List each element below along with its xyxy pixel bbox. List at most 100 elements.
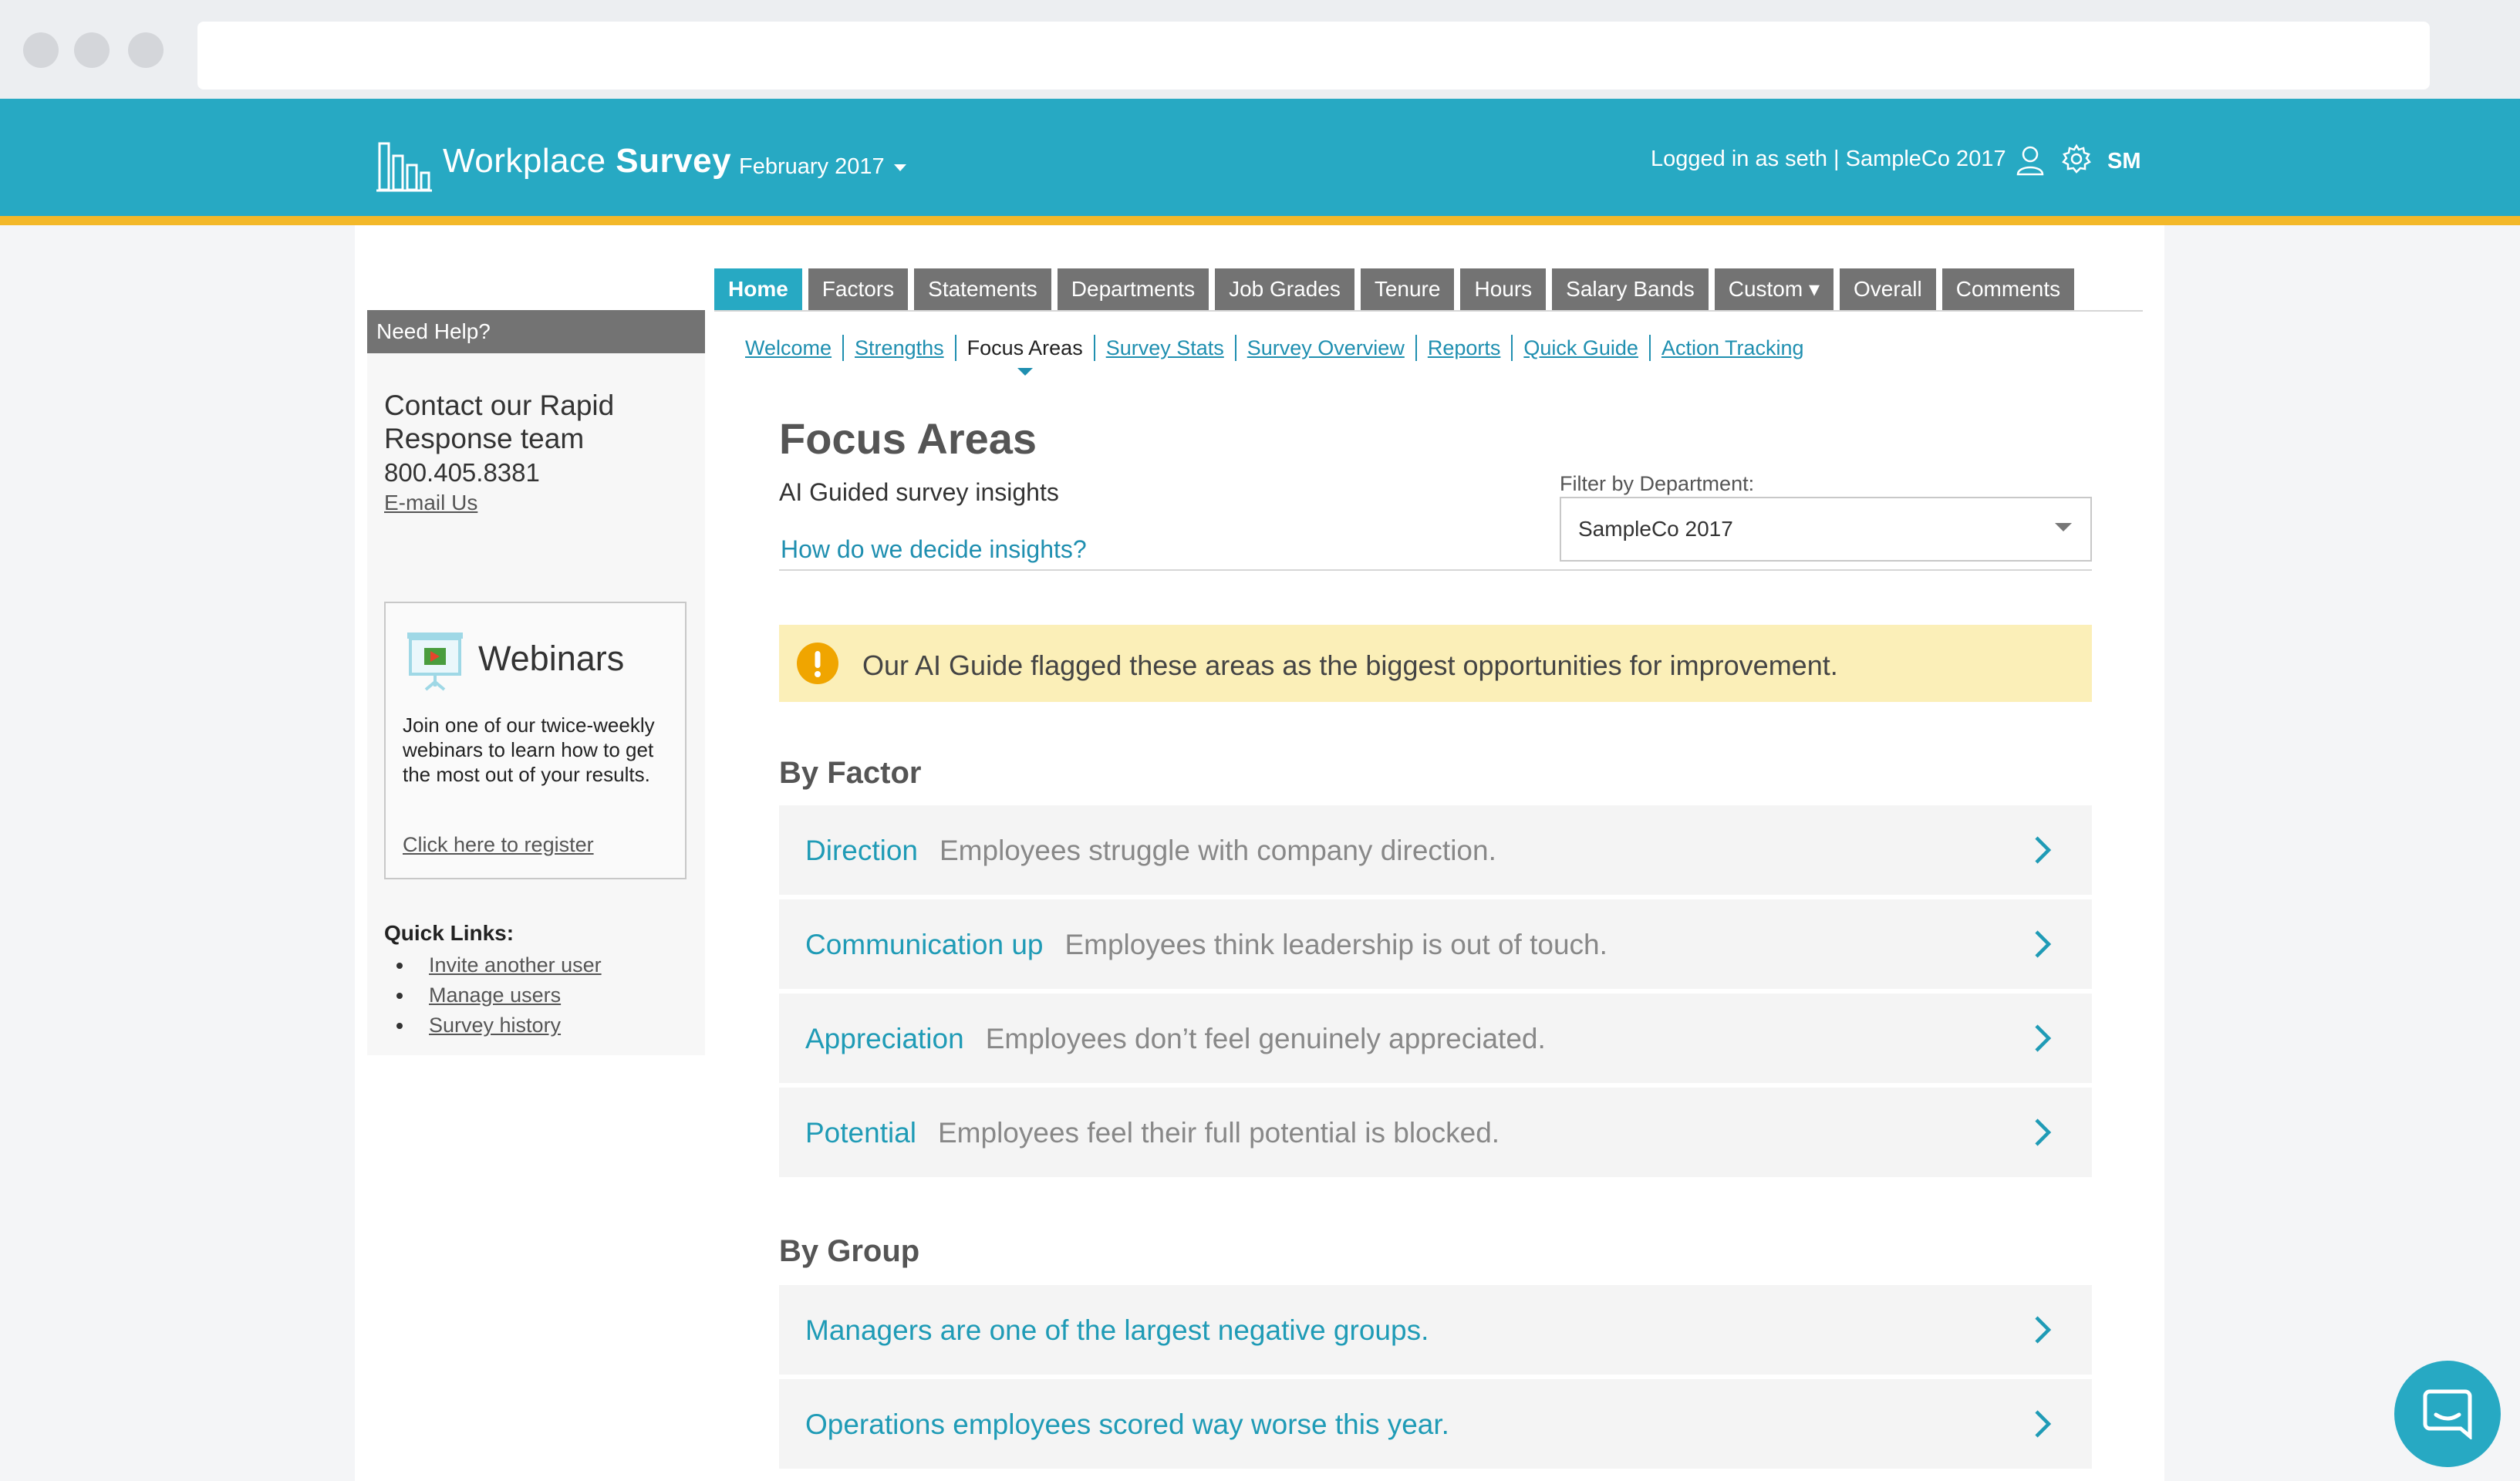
- subnav-survey-stats[interactable]: Survey Stats: [1106, 336, 1224, 360]
- factor-description: Employees feel their full potential is b…: [938, 1117, 1500, 1149]
- by-factor-heading: By Factor: [779, 756, 922, 790]
- chevron-right-icon: [2035, 1316, 2052, 1344]
- subnav-survey-overview[interactable]: Survey Overview: [1247, 336, 1405, 360]
- group-insight-text: Managers are one of the largest negative…: [805, 1314, 1429, 1346]
- chevron-right-icon: [2035, 1024, 2052, 1052]
- subnav-reports[interactable]: Reports: [1428, 336, 1501, 360]
- webinar-register-link[interactable]: Click here to register: [403, 833, 594, 857]
- by-group-heading: By Group: [779, 1234, 920, 1268]
- email-us-link[interactable]: E-mail Us: [384, 491, 477, 515]
- quick-link-survey-history[interactable]: Survey history: [384, 1010, 602, 1041]
- subnav-separator: [954, 335, 956, 361]
- brand-name-bold: Survey: [616, 142, 732, 180]
- subnav-quick-guide[interactable]: Quick Guide: [1523, 336, 1638, 360]
- heading-divider: [779, 569, 2092, 571]
- factor-name: Appreciation: [805, 1023, 964, 1054]
- quick-links-list: Invite another user Manage users Survey …: [384, 950, 602, 1041]
- period-dropdown[interactable]: February 2017: [739, 154, 906, 180]
- chat-bubble-icon: [2423, 1389, 2472, 1439]
- login-status: Logged in as seth | SampleCo 2017: [1651, 147, 2006, 171]
- factor-name: Direction: [805, 835, 918, 866]
- bar-chart-logo-icon[interactable]: [376, 139, 432, 193]
- tab-overall[interactable]: Overall: [1840, 268, 1936, 310]
- window-minimize-dot[interactable]: [74, 32, 110, 68]
- contact-phone: 800.405.8381: [384, 458, 540, 487]
- factor-name: Potential: [805, 1117, 916, 1149]
- quick-link-label: Manage users: [429, 983, 562, 1007]
- quick-links-title: Quick Links:: [384, 921, 514, 945]
- period-label: February 2017: [739, 154, 885, 179]
- tab-tenure[interactable]: Tenure: [1360, 268, 1455, 310]
- tab-salary-bands[interactable]: Salary Bands: [1552, 268, 1709, 310]
- tab-comments[interactable]: Comments: [1941, 268, 2075, 310]
- alert-message: Our AI Guide flagged these areas as the …: [862, 649, 1838, 681]
- quick-link-label: Survey history: [429, 1014, 562, 1037]
- sub-navigation: Welcome Strengths Focus Areas Survey Sta…: [745, 335, 1804, 376]
- chevron-down-icon: [2055, 523, 2072, 531]
- group-insight-text: Operations employees scored way worse th…: [805, 1408, 1449, 1440]
- quick-link-label: Invite another user: [429, 953, 602, 977]
- subnav-focus-areas[interactable]: Focus Areas: [967, 336, 1083, 376]
- chat-launcher-button[interactable]: [2394, 1361, 2501, 1467]
- subnav-welcome[interactable]: Welcome: [745, 336, 832, 360]
- chevron-right-icon: [2035, 1410, 2052, 1438]
- page-title: Focus Areas: [779, 414, 1037, 463]
- subnav-strengths[interactable]: Strengths: [855, 336, 944, 360]
- tab-home[interactable]: Home: [714, 268, 802, 310]
- user-icon[interactable]: [2016, 145, 2044, 176]
- factor-description: Employees don’t feel genuinely appreciat…: [985, 1023, 1546, 1054]
- factor-row-direction[interactable]: Direction Employees struggle with company…: [779, 805, 2092, 895]
- main-tabs: Home Factors Statements Departments Job …: [714, 268, 2075, 310]
- window-close-dot[interactable]: [23, 32, 59, 68]
- brand-name[interactable]: Workplace Survey: [443, 142, 731, 180]
- subnav-separator: [842, 335, 845, 361]
- subnav-separator: [1093, 335, 1095, 361]
- window-maximize-dot[interactable]: [128, 32, 164, 68]
- subnav-separator: [1234, 335, 1236, 361]
- factor-row-text: Potential Employees feel their full poten…: [805, 1117, 1500, 1149]
- page-subtitle: AI Guided survey insights: [779, 478, 1059, 506]
- factor-row-appreciation[interactable]: Appreciation Employees don’t feel genuine…: [779, 994, 2092, 1083]
- chevron-right-icon: [2035, 1118, 2052, 1146]
- need-help-header: Need Help?: [367, 310, 705, 353]
- quick-link-manage-users[interactable]: Manage users: [384, 980, 602, 1010]
- factor-row-text: Appreciation Employees don’t feel genuine…: [805, 1023, 1546, 1055]
- tab-statements[interactable]: Statements: [914, 268, 1051, 310]
- factor-description: Employees struggle with company directio…: [940, 835, 1496, 866]
- tab-divider: [714, 310, 2143, 312]
- webinar-title: Webinars: [478, 639, 625, 678]
- chevron-down-icon: [893, 164, 906, 171]
- factor-description: Employees think leadership is out of tou…: [1064, 929, 1607, 960]
- factor-row-text: Direction Employees struggle with company…: [805, 835, 1496, 867]
- browser-chrome: [0, 0, 2520, 99]
- gear-icon[interactable]: [2061, 143, 2092, 174]
- factor-row-text: Communication up Employees think leadersh…: [805, 929, 1607, 961]
- presentation-screen-icon: [407, 633, 463, 691]
- factor-row-potential[interactable]: Potential Employees feel their full poten…: [779, 1088, 2092, 1177]
- group-row-managers[interactable]: Managers are one of the largest negative…: [779, 1285, 2092, 1375]
- brand-name-light: Workplace: [443, 142, 616, 180]
- group-row-operations[interactable]: Operations employees scored way worse th…: [779, 1379, 2092, 1469]
- quick-link-invite-user[interactable]: Invite another user: [384, 950, 602, 980]
- factor-row-communication-up[interactable]: Communication up Employees think leadersh…: [779, 899, 2092, 989]
- tab-custom[interactable]: Custom ▾: [1714, 268, 1834, 310]
- chevron-right-icon: [2035, 930, 2052, 958]
- tab-hours[interactable]: Hours: [1460, 268, 1547, 310]
- factor-name: Communication up: [805, 929, 1044, 960]
- subnav-separator: [1511, 335, 1513, 361]
- tab-factors[interactable]: Factors: [808, 268, 909, 310]
- tab-departments[interactable]: Departments: [1057, 268, 1209, 310]
- address-bar[interactable]: [197, 22, 2430, 89]
- subnav-separator: [1415, 335, 1417, 361]
- contact-title: Contact our Rapid Response team: [384, 390, 615, 454]
- department-filter-label: Filter by Department:: [1560, 472, 1755, 495]
- department-filter-value: SampleCo 2017: [1578, 517, 1733, 541]
- tab-job-grades[interactable]: Job Grades: [1215, 268, 1354, 310]
- insights-help-link[interactable]: How do we decide insights?: [781, 535, 1087, 564]
- app-header: Workplace Survey February 2017 Logged in…: [0, 99, 2520, 225]
- chevron-right-icon: [2035, 836, 2052, 864]
- subnav-separator: [1648, 335, 1651, 361]
- exclamation-icon: [797, 643, 838, 684]
- subnav-action-tracking[interactable]: Action Tracking: [1661, 336, 1804, 360]
- user-initials[interactable]: SM: [2107, 149, 2141, 174]
